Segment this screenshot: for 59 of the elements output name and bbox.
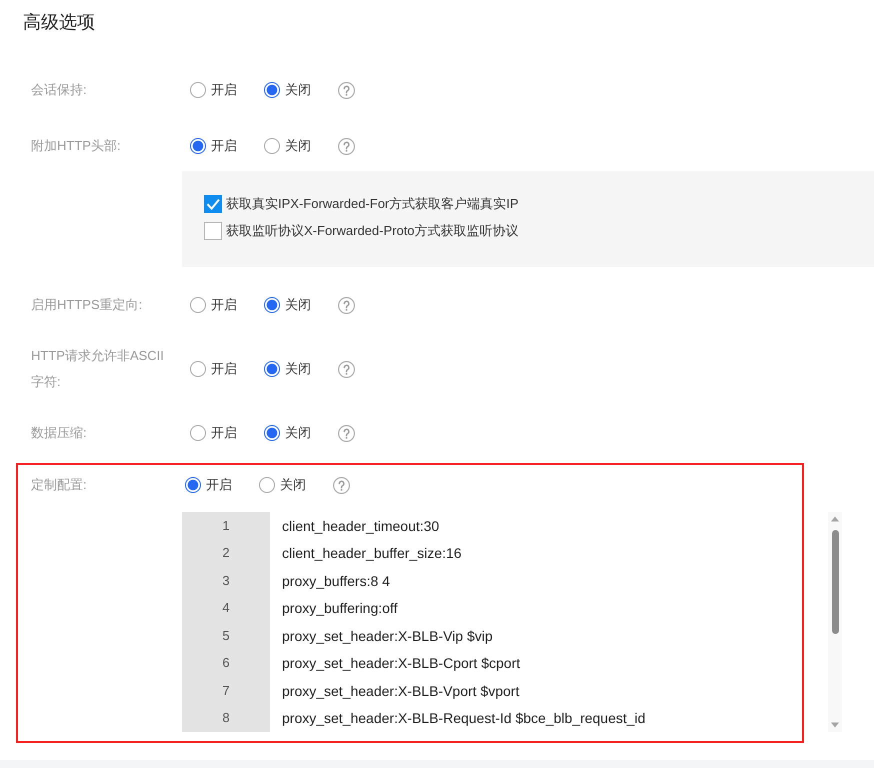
help-icon[interactable] — [338, 296, 355, 314]
radio-button[interactable] — [264, 425, 280, 441]
code-line: proxy_set_header:X-BLB-Cport $cport — [282, 654, 520, 672]
line-number: 4 — [222, 600, 230, 616]
radio-label[interactable]: 开启 — [211, 81, 237, 99]
code-line: proxy_set_header:X-BLB-Request-Id $bce_blb_request_id — [282, 709, 646, 728]
line-number: 5 — [222, 628, 230, 644]
code-line: proxy_set_header:X-BLB-Vport $vport — [282, 682, 520, 700]
radio-label[interactable]: 开启 — [211, 137, 237, 155]
radio-button[interactable] — [190, 138, 206, 154]
checkbox-label[interactable]: 获取监听协议X-Forwarded-Proto方式获取监听协议 — [226, 222, 519, 240]
radio-label[interactable]: 开启 — [206, 476, 232, 494]
line-number: 1 — [222, 518, 230, 534]
radio-button[interactable] — [190, 361, 206, 377]
radio-label[interactable]: 开启 — [211, 296, 237, 314]
help-icon[interactable] — [333, 476, 350, 494]
radio-button[interactable] — [190, 297, 206, 313]
checkbox[interactable] — [204, 222, 222, 240]
setting-label: 启用HTTPS重定向: — [31, 297, 142, 312]
line-number: 7 — [222, 682, 230, 699]
radio-button[interactable] — [185, 477, 201, 493]
radio-button[interactable] — [264, 361, 280, 377]
help-icon[interactable] — [338, 424, 355, 442]
radio-button[interactable] — [264, 82, 280, 98]
radio-button[interactable] — [190, 425, 206, 441]
radio-button[interactable] — [264, 138, 280, 154]
line-number: 3 — [222, 572, 230, 589]
checkbox-label[interactable]: 获取真实IPX-Forwarded-For方式获取客户端真实IP — [226, 194, 519, 212]
radio-button[interactable] — [190, 82, 206, 98]
line-number: 6 — [222, 655, 230, 672]
code-line: client_header_timeout:30 — [282, 516, 440, 535]
setting-label: 附加HTTP头部: — [31, 138, 121, 153]
section-title: 高级选项 — [23, 11, 95, 34]
code-line: proxy_buffering:off — [282, 599, 398, 618]
radio-label[interactable]: 关闭 — [285, 296, 311, 314]
setting-label: 数据压缩: — [31, 425, 87, 440]
setting-label: HTTP请求允许非ASCII字符: — [31, 348, 164, 389]
help-icon[interactable] — [338, 82, 355, 98]
radio-label[interactable]: 开启 — [211, 360, 237, 378]
radio-label[interactable]: 关闭 — [285, 81, 311, 99]
radio-button[interactable] — [264, 297, 280, 313]
checkbox[interactable] — [204, 194, 222, 212]
radio-label[interactable]: 关闭 — [285, 360, 311, 378]
scrollbar-thumb[interactable] — [832, 530, 838, 634]
setting-label: 会话保持: — [31, 82, 87, 97]
help-icon[interactable] — [338, 138, 355, 154]
radio-label[interactable]: 关闭 — [280, 476, 306, 494]
code-line: proxy_buffers:8 4 — [282, 572, 390, 590]
code-line: proxy_set_header:X-BLB-Vip $vip — [282, 626, 493, 645]
line-number: 8 — [222, 710, 230, 726]
setting-label: 定制配置: — [31, 477, 87, 492]
help-icon[interactable] — [338, 360, 355, 378]
scrollbar-track[interactable] — [828, 512, 842, 732]
radio-label[interactable]: 关闭 — [285, 424, 311, 442]
radio-label[interactable]: 关闭 — [285, 137, 311, 155]
line-number: 2 — [222, 545, 230, 562]
radio-button[interactable] — [259, 477, 275, 493]
radio-label[interactable]: 开启 — [211, 424, 237, 442]
code-line: client_header_buffer_size:16 — [282, 544, 462, 562]
